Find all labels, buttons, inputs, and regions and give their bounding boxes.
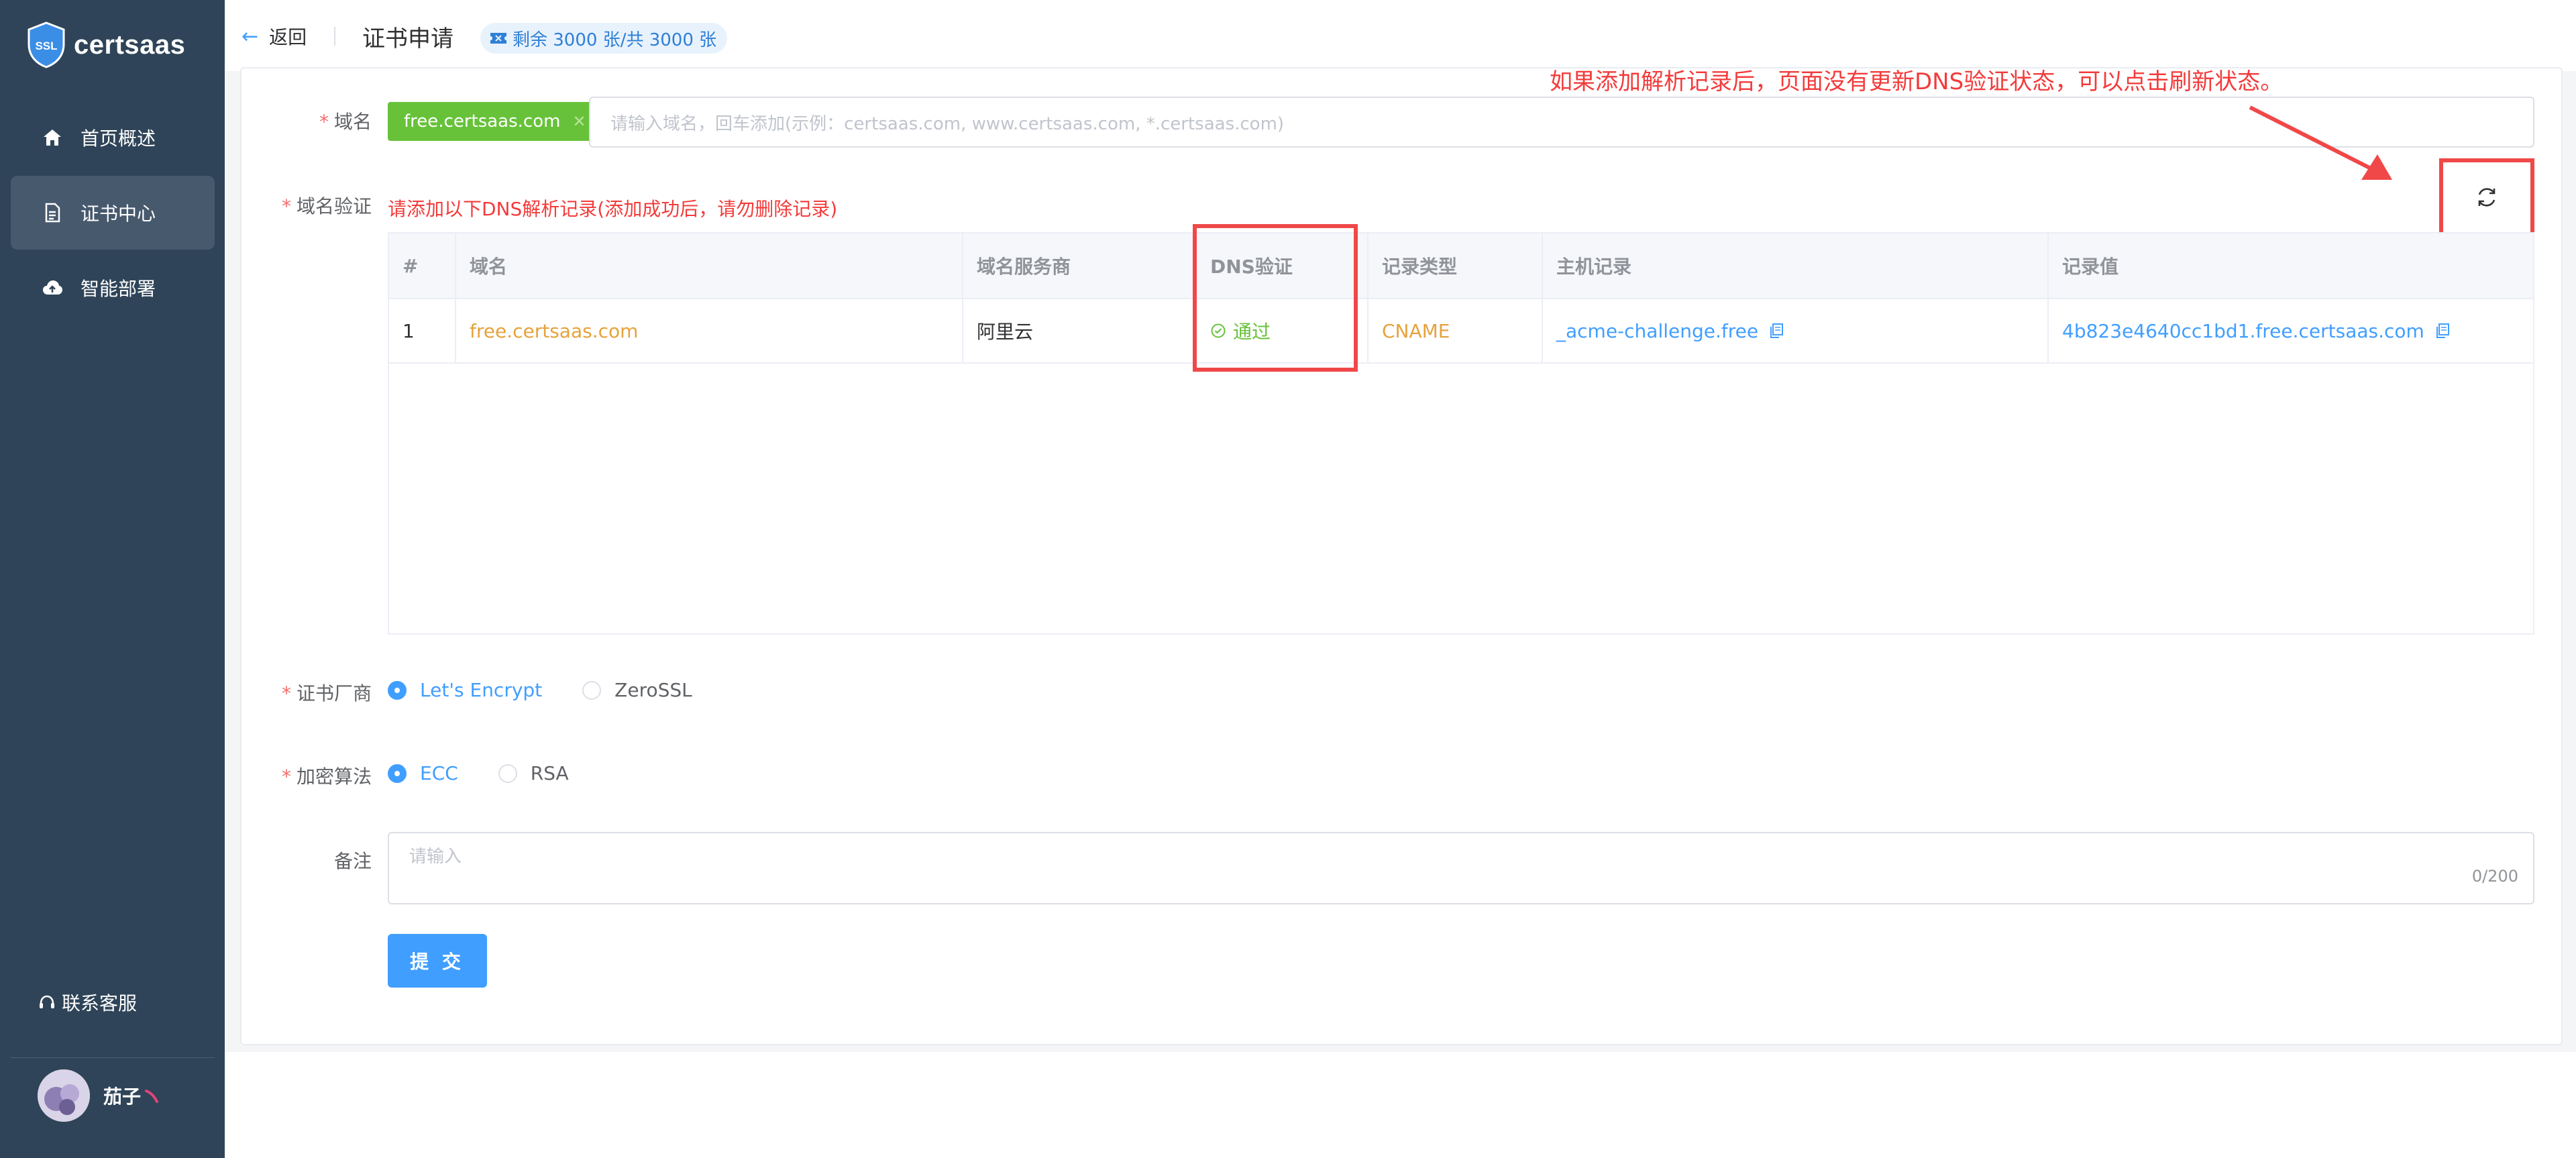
sidebar: SSL certsaas 首页概述 证书中心 智能部署 联系客服 茄子 [0, 0, 225, 1158]
back-label: 返回 [269, 26, 307, 48]
radio-label: ZeroSSL [614, 679, 692, 701]
page-footer-area [225, 1052, 2576, 1158]
char-counter: 0/200 [2471, 867, 2518, 886]
col-host: 主机记录 [1543, 233, 2049, 298]
arrow-left-icon: ← [241, 24, 259, 48]
row-provider: 阿里云 [963, 299, 1197, 362]
page-title: 证书申请 [362, 25, 453, 52]
quota-badge: 剩余 3000 张/共 3000 张 [480, 23, 728, 54]
home-icon [42, 127, 63, 148]
sidebar-item-deploy[interactable]: 智能部署 [11, 251, 215, 325]
sidebar-item-home[interactable]: 首页概述 [11, 101, 215, 174]
domain-tag-text: free.certsaas.com [404, 111, 561, 131]
table-row: 1 free.certsaas.com 阿里云 通过 CNAME _acme-c… [389, 299, 2533, 364]
row-value: 4b823e4640cc1bd1.free.certsaas.com [2049, 299, 2536, 362]
required-mark: * [319, 111, 329, 133]
support-label: 联系客服 [62, 992, 138, 1014]
radio-zerossl[interactable]: ZeroSSL [582, 679, 692, 701]
row-host: _acme-challenge.free [1543, 299, 2049, 362]
remark-textarea[interactable]: 请输入 0/200 [388, 832, 2534, 904]
radio-dot [388, 680, 407, 700]
value-text: 4b823e4640cc1bd1.free.certsaas.com [2062, 319, 2424, 342]
refresh-status-button[interactable] [2439, 158, 2534, 236]
dns-status-highlight [1193, 224, 1358, 372]
dns-records-table: # 域名 域名服务商 DNS验证 记录类型 主机记录 记录值 1 free.ce… [388, 232, 2534, 635]
annotation-arrow [2249, 105, 2392, 180]
radio-letsencrypt[interactable]: Let's Encrypt [388, 679, 542, 701]
sidebar-item-certificates[interactable]: 证书中心 [11, 176, 215, 250]
domain-label: * 域名 [319, 111, 372, 133]
required-mark: * [281, 682, 291, 704]
domain-tag[interactable]: free.certsaas.com ✕ [388, 102, 602, 141]
svg-text:SSL: SSL [35, 40, 57, 52]
col-index: # [389, 233, 456, 298]
avatar [38, 1069, 90, 1122]
ssl-shield-icon: SSL [28, 21, 65, 68]
col-record-type: 记录类型 [1368, 233, 1543, 298]
quota-label: 剩余 3000 张/共 3000 张 [513, 30, 717, 50]
close-icon[interactable]: ✕ [572, 112, 586, 131]
app-name: certsaas [74, 30, 186, 60]
user-profile[interactable]: 茄子 [38, 1069, 161, 1122]
document-icon [42, 202, 63, 223]
radio-dot [582, 680, 602, 700]
domain-input-placeholder: 请输入域名，回车添加(示例：certsaas.com, www.certsaas… [610, 113, 1285, 134]
submit-button[interactable]: 提 交 [388, 934, 487, 988]
verify-label: * 域名验证 [281, 195, 372, 217]
col-provider: 域名服务商 [963, 233, 1197, 298]
header-divider [334, 27, 335, 46]
radio-rsa[interactable]: RSA [498, 762, 569, 784]
dns-hint: 请添加以下DNS解析记录(添加成功后，请勿删除记录) [388, 198, 838, 220]
required-mark: * [281, 766, 291, 788]
row-domain: free.certsaas.com [456, 299, 963, 362]
host-text: _acme-challenge.free [1556, 319, 1759, 342]
row-index: 1 [389, 299, 456, 362]
ticket-icon [490, 33, 506, 44]
algo-radio-group: ECC RSA [388, 762, 609, 784]
headset-icon [40, 995, 54, 1008]
user-name: 茄子 [103, 1086, 142, 1108]
remark-placeholder: 请输入 [409, 847, 462, 867]
sidebar-item-label: 首页概述 [80, 127, 156, 150]
app-logo[interactable]: SSL certsaas [27, 21, 185, 68]
vendor-radio-group: Let's Encrypt ZeroSSL [388, 679, 733, 701]
radio-label: Let's Encrypt [420, 679, 543, 701]
table-header: # 域名 域名服务商 DNS验证 记录类型 主机记录 记录值 [389, 233, 2533, 299]
row-record-type: CNAME [1368, 299, 1543, 362]
remark-label: 备注 [333, 850, 372, 872]
cloud-upload-icon [42, 277, 63, 299]
sidebar-divider [11, 1057, 215, 1058]
radio-label: RSA [530, 762, 569, 784]
annotation-text: 如果添加解析记录后，页面没有更新DNS验证状态，可以点击刷新状态。 [1550, 68, 2284, 95]
algo-label: * 加密算法 [281, 766, 372, 788]
eggplant-icon [145, 1090, 159, 1103]
radio-dot [388, 764, 407, 783]
contact-support-link[interactable]: 联系客服 [38, 989, 137, 1016]
vendor-label: * 证书厂商 [281, 682, 372, 704]
col-domain: 域名 [456, 233, 963, 298]
copy-icon[interactable] [1768, 322, 1785, 339]
back-button[interactable]: ← 返回 [241, 23, 307, 50]
radio-ecc[interactable]: ECC [388, 762, 458, 784]
sidebar-item-label: 智能部署 [80, 278, 156, 300]
col-value: 记录值 [2062, 256, 2119, 278]
sidebar-item-label: 证书中心 [80, 203, 156, 225]
radio-label: ECC [420, 762, 458, 784]
radio-dot [498, 764, 517, 783]
copy-icon[interactable] [2434, 322, 2451, 339]
required-mark: * [281, 195, 291, 217]
refresh-icon [2478, 188, 2496, 207]
